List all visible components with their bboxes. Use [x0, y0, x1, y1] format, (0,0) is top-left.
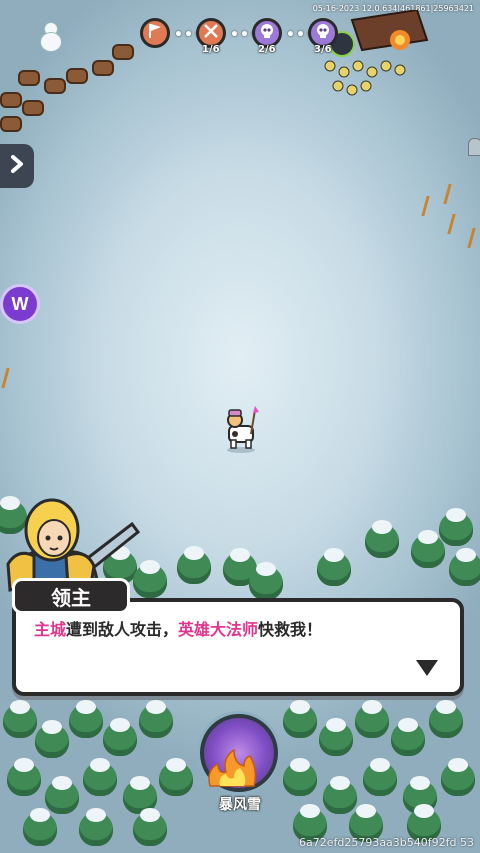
blizzard-fire-icon [204, 748, 260, 788]
hero-character[interactable] [221, 404, 261, 454]
gravestone [468, 138, 480, 156]
tree-stump [44, 78, 66, 94]
w-logo-icon: W [11, 293, 29, 314]
wave-count-3: 3/6 [314, 44, 332, 55]
session-hash: 6a72efd25793aa3b540f92fd 53 [298, 836, 474, 849]
wave-count-1: 1/6 [202, 44, 220, 55]
dialog-text: 主城遭到敌人攻击，英雄大法师快救我！ [34, 616, 322, 640]
dialog-highlight-main-city: 主城 [34, 620, 67, 639]
sword-icon [202, 22, 220, 44]
dialog-text-segment: 快救我！ [258, 620, 323, 639]
tree-stump [0, 92, 22, 108]
wave-progress-bar: ••• 1/6 ••• 2/6 ••• 3/6 [138, 18, 348, 55]
tree-stump [66, 68, 88, 84]
triangle-down-icon[interactable] [416, 660, 438, 676]
dry-bush [421, 196, 444, 216]
event-w-button[interactable]: W [0, 284, 40, 324]
side-panel-toggle-button[interactable] [0, 144, 34, 188]
dialog-text-segment: 遭到敌人攻击， [66, 620, 179, 639]
tree-stump [112, 44, 134, 60]
tree-stump [18, 70, 40, 86]
tree-stump [0, 116, 22, 132]
dry-bush [467, 228, 480, 248]
skull-icon [314, 22, 332, 44]
dry-bush [443, 184, 466, 204]
tree-stump [92, 60, 114, 76]
dry-bush [447, 214, 470, 234]
dialog-speaker-name: 领主 [12, 578, 130, 614]
tree-stump [22, 100, 44, 116]
skull-icon [258, 22, 276, 44]
skill-label: 暴风雪 [219, 797, 261, 813]
flag-icon [146, 22, 164, 44]
dry-bush [1, 368, 24, 388]
dialog-highlight-hero-mage: 英雄大法师 [178, 620, 259, 639]
snowman [38, 22, 62, 52]
wave-count-2: 2/6 [258, 44, 276, 55]
chevron-right-icon [9, 154, 25, 178]
wave-start-node [140, 18, 170, 48]
